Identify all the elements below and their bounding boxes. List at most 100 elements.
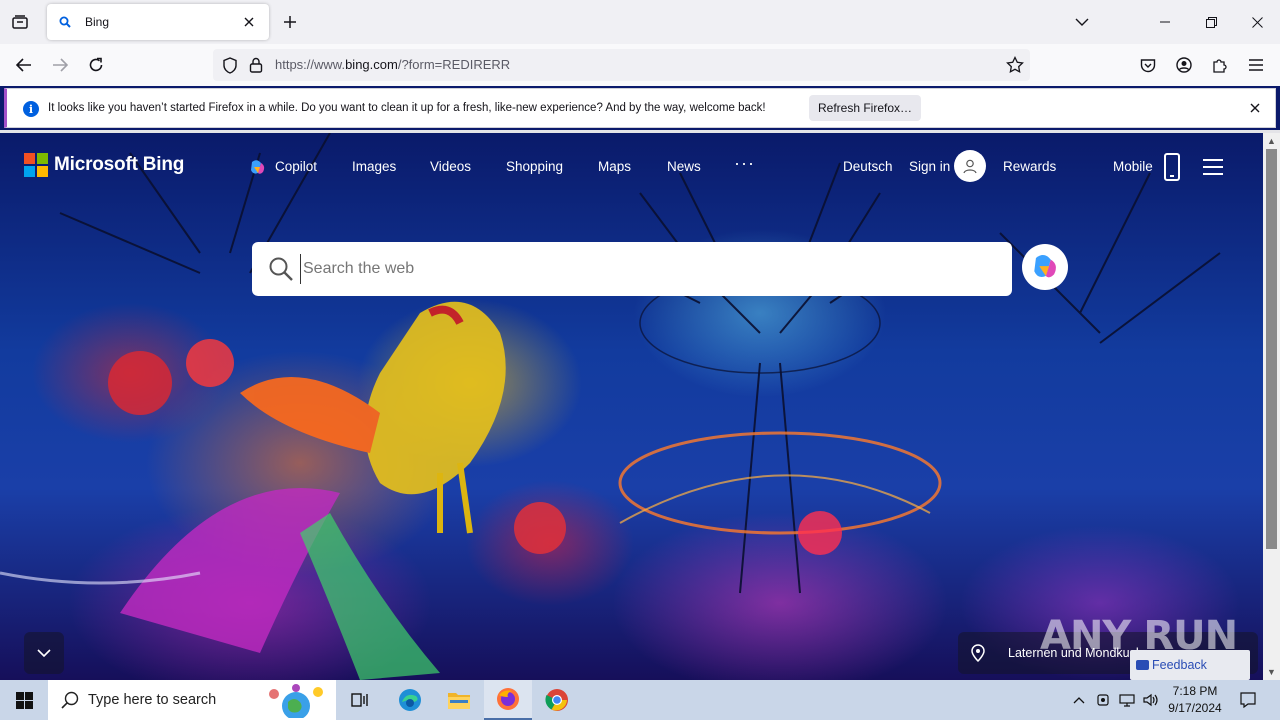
copilot-icon [251,160,265,174]
firefox-icon [497,688,519,710]
nav-copilot[interactable]: Copilot [275,159,317,174]
close-tab-icon[interactable] [239,12,259,32]
reload-button[interactable] [82,52,110,78]
search-input[interactable] [300,254,990,284]
bing-logo[interactable]: Microsoft Bing [24,153,184,177]
windows-logo-icon [15,691,33,709]
network-icon [1119,694,1135,707]
chevron-down-icon [37,649,51,657]
minimize-icon [1160,21,1170,23]
search-box [252,242,1012,296]
taskbar-search-label: Type here to search [88,692,217,708]
vertical-scrollbar[interactable]: ▲ ▼ [1263,133,1280,680]
start-button[interactable] [0,680,48,720]
nav-videos[interactable]: Videos [430,159,471,174]
app-menu-button[interactable] [1242,52,1270,78]
nav-maps[interactable]: Maps [598,159,631,174]
reload-icon [89,57,103,72]
logo-text: Microsoft Bing [54,154,185,175]
chevron-up-icon [1073,697,1085,704]
address-bar[interactable]: https://www.bing.com/?form=REDIRERR [213,49,1030,81]
forward-button[interactable] [46,52,74,78]
folder-icon [448,693,470,709]
plus-icon [284,16,296,28]
account-button[interactable] [1170,52,1198,78]
task-view-button[interactable] [336,680,384,720]
show-hidden-icons[interactable] [1068,680,1090,720]
url-text[interactable]: https://www.bing.com/?form=REDIRERR [275,57,510,72]
refresh-notification-bar: i It looks like you haven’t started Fire… [4,88,1276,128]
scroll-up-arrow[interactable]: ▲ [1266,135,1277,147]
puzzle-icon [1213,59,1227,73]
device-icon [1097,694,1109,706]
taskbar-chrome[interactable] [533,680,581,720]
close-icon [1251,16,1263,28]
close-notification-icon[interactable] [1247,100,1263,116]
search-icon [61,691,79,709]
extensions-button[interactable] [1206,52,1234,78]
scroll-down-arrow[interactable]: ▼ [1266,666,1277,678]
firefox-view-button[interactable] [8,10,32,34]
restore-icon [1205,16,1217,28]
hamburger-menu-icon[interactable] [1203,159,1223,175]
taskbar-edge[interactable] [386,680,434,720]
rewards-link[interactable]: Rewards [1003,159,1056,174]
search-icon[interactable] [268,256,294,282]
microsoft-logo-icon [24,153,48,177]
search-icon [57,14,73,30]
bing-page: Microsoft Bing Copilot Images Videos Sho… [0,133,1263,680]
refresh-firefox-button[interactable]: Refresh Firefox… [809,95,921,121]
clock-date: 9/17/2024 [1168,701,1222,715]
tracking-protection-icon[interactable] [222,57,238,74]
taskbar-clock[interactable]: 7:18 PM 9/17/2024 [1162,683,1228,717]
notification-message: It looks like you haven’t started Firefo… [48,102,766,114]
feedback-button[interactable]: Feedback [1130,650,1250,680]
restore-button[interactable] [1188,0,1234,44]
taskbar: Type here to search 7:18 PM 9/17/2024 [0,680,1280,720]
task-view-icon [351,693,368,707]
feedback-label: Feedback [1152,658,1207,672]
minimize-button[interactable] [1142,0,1188,44]
new-tab-button[interactable] [279,11,301,33]
tab-title: Bing [85,15,110,29]
mobile-link[interactable]: Mobile [1113,159,1153,174]
pocket-button[interactable] [1134,52,1162,78]
tab-bing[interactable]: Bing [47,4,269,40]
sign-in-link[interactable]: Sign in [909,159,950,174]
back-button[interactable] [10,52,38,78]
notification-center-button[interactable] [1234,680,1262,720]
close-window-button[interactable] [1234,0,1280,44]
lock-icon[interactable] [249,57,263,73]
scrollbar-thumb[interactable] [1266,149,1277,549]
copilot-icon [1034,255,1056,278]
taskbar-search[interactable]: Type here to search [48,680,336,720]
account-icon [1176,57,1192,73]
copilot-button[interactable] [1022,244,1068,290]
phone-icon[interactable] [1164,153,1180,181]
list-all-tabs-button[interactable] [1059,0,1105,44]
chrome-icon [545,689,568,711]
info-icon: i [23,101,39,117]
tray-app-icon[interactable] [1092,680,1114,720]
scroll-down-button[interactable] [24,632,64,674]
nav-news[interactable]: News [667,159,701,174]
network-tray[interactable] [1116,680,1138,720]
feedback-icon [1136,660,1149,670]
volume-tray[interactable] [1140,680,1162,720]
taskbar-firefox[interactable] [484,680,532,720]
more-nav-button[interactable]: ··· [734,153,755,174]
nav-shopping[interactable]: Shopping [506,159,563,174]
nav-toolbar: https://www.bing.com/?form=REDIRERR [0,44,1280,86]
search-highlight-icon [269,684,323,718]
notification-icon [1240,692,1256,708]
user-icon [963,159,977,174]
taskbar-file-explorer[interactable] [435,680,483,720]
back-arrow-icon [16,58,31,72]
bookmark-star-icon[interactable] [1006,56,1024,74]
language-link[interactable]: Deutsch [843,159,893,174]
chevron-down-icon [1075,18,1089,26]
nav-images[interactable]: Images [352,159,396,174]
avatar[interactable] [954,150,986,182]
volume-icon [1143,693,1158,707]
tab-strip: Bing [0,0,1280,44]
